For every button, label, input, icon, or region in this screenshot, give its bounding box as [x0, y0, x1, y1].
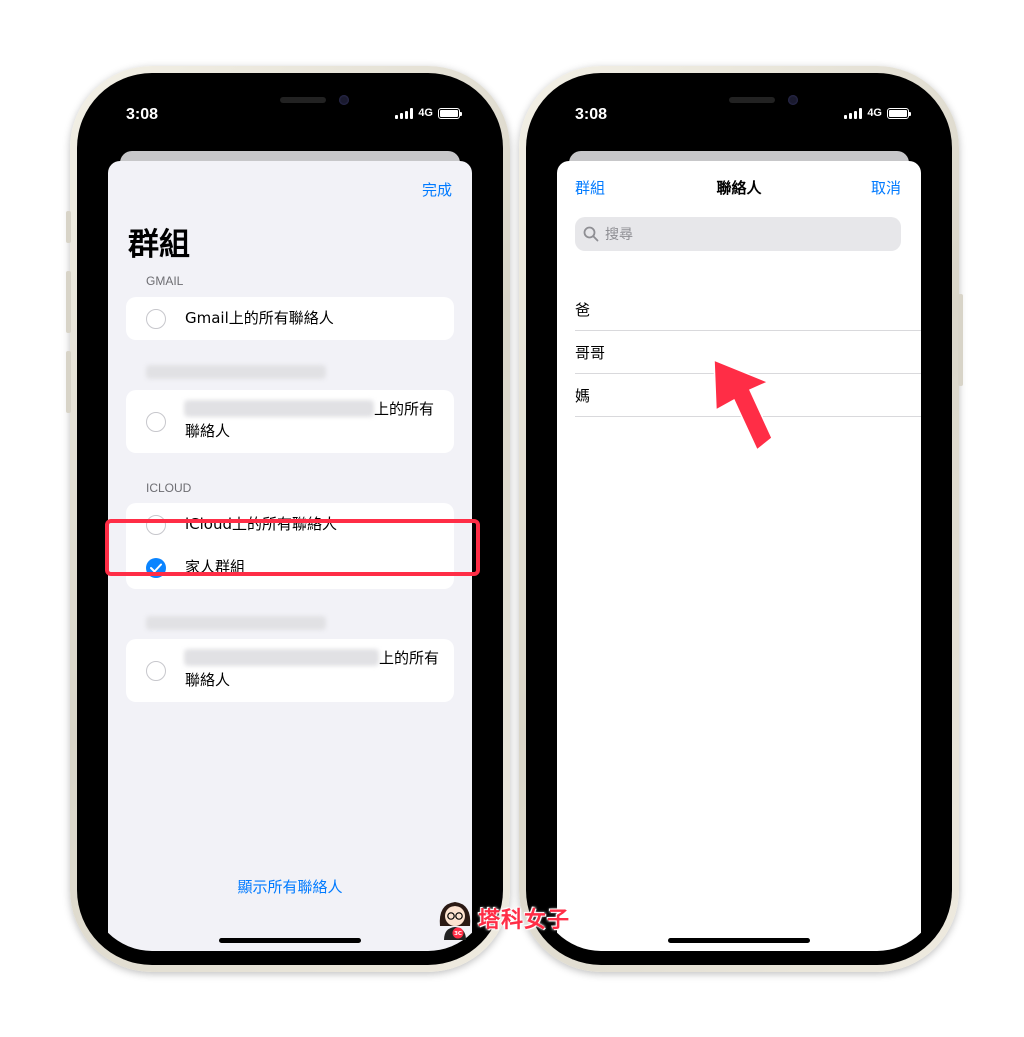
signal-icon — [844, 107, 863, 119]
network-label: 4G — [867, 107, 882, 119]
navigation-bar: 群組 聯絡人 取消 — [557, 177, 921, 201]
radio-unchecked-icon[interactable] — [146, 308, 166, 329]
group-row-gmail-all[interactable]: Gmail上的所有聯絡人 — [126, 297, 454, 340]
arrow-pointer-icon — [713, 360, 773, 452]
front-camera — [788, 95, 798, 105]
network-label: 4G — [418, 107, 433, 119]
status-time: 3:08 — [126, 106, 159, 123]
watermark: 3C 塔科女子 — [436, 896, 570, 940]
gmail-group-card: Gmail上的所有聯絡人 — [126, 297, 454, 340]
redacted-group-card: 上的所有 聯絡人 — [126, 639, 454, 702]
home-indicator[interactable] — [219, 938, 361, 943]
group-label: Gmail上的所有聯絡人 — [185, 309, 334, 327]
signal-icon — [395, 107, 414, 119]
status-time: 3:08 — [575, 106, 608, 123]
front-camera — [339, 95, 349, 105]
phone-frame-right: 3:08 4G 群組 聯絡人 取消 搜尋 爸 哥哥 媽 — [519, 66, 963, 972]
speaker — [280, 97, 326, 103]
redacted-section-header — [146, 616, 326, 630]
contacts-sheet: 群組 聯絡人 取消 搜尋 爸 哥哥 媽 — [557, 161, 921, 951]
avatar-logo-icon: 3C — [439, 902, 471, 940]
radio-unchecked-icon[interactable] — [146, 411, 166, 432]
home-indicator[interactable] — [668, 938, 810, 943]
watermark-text: 塔科女子 — [478, 908, 571, 933]
battery-icon — [887, 107, 911, 119]
watermark-badge: 3C — [454, 931, 462, 937]
cancel-button[interactable]: 取消 — [871, 177, 901, 198]
status-icons: 4G — [844, 107, 911, 119]
radio-unchecked-icon[interactable] — [146, 660, 166, 681]
power-button — [958, 294, 963, 386]
group-label-line2: 聯絡人 — [185, 671, 231, 689]
bezel: 3:08 4G 群組 聯絡人 取消 搜尋 爸 哥哥 媽 — [526, 73, 952, 965]
notch — [195, 87, 385, 119]
page-title: 群組 — [128, 227, 190, 263]
screen-right: 3:08 4G 群組 聯絡人 取消 搜尋 爸 哥哥 媽 — [539, 87, 939, 951]
notch — [644, 87, 834, 119]
search-field[interactable]: 搜尋 — [575, 217, 901, 251]
section-header-icloud: ICLOUD — [146, 481, 192, 495]
battery-icon — [438, 107, 462, 119]
volume-down-button — [66, 351, 71, 413]
speaker — [729, 97, 775, 103]
volume-up-button — [66, 271, 71, 333]
status-icons: 4G — [395, 107, 462, 119]
group-row-redacted-all[interactable]: 上的所有 聯絡人 — [126, 390, 454, 453]
group-row-redacted-all[interactable]: 上的所有 聯絡人 — [126, 639, 454, 702]
group-label-suffix: 上的所有 — [379, 649, 440, 667]
contact-row[interactable]: 爸 — [575, 288, 921, 331]
section-header-gmail: GMAIL — [146, 274, 184, 288]
nav-title: 聯絡人 — [716, 179, 762, 197]
group-label-suffix: 上的所有 — [374, 400, 435, 418]
groups-back-button[interactable]: 群組 — [575, 177, 605, 198]
done-button[interactable]: 完成 — [422, 179, 452, 200]
show-all-contacts-button[interactable]: 顯示所有聯絡人 — [108, 876, 472, 897]
redacted-group-card: 上的所有 聯絡人 — [126, 390, 454, 453]
redacted-section-header — [146, 365, 326, 379]
highlight-box — [105, 519, 480, 576]
redacted-account-name — [184, 400, 374, 417]
redacted-account-name — [184, 649, 379, 666]
search-icon — [583, 226, 599, 242]
search-placeholder: 搜尋 — [605, 227, 633, 243]
mute-switch — [66, 211, 71, 243]
group-label-line2: 聯絡人 — [185, 422, 231, 440]
